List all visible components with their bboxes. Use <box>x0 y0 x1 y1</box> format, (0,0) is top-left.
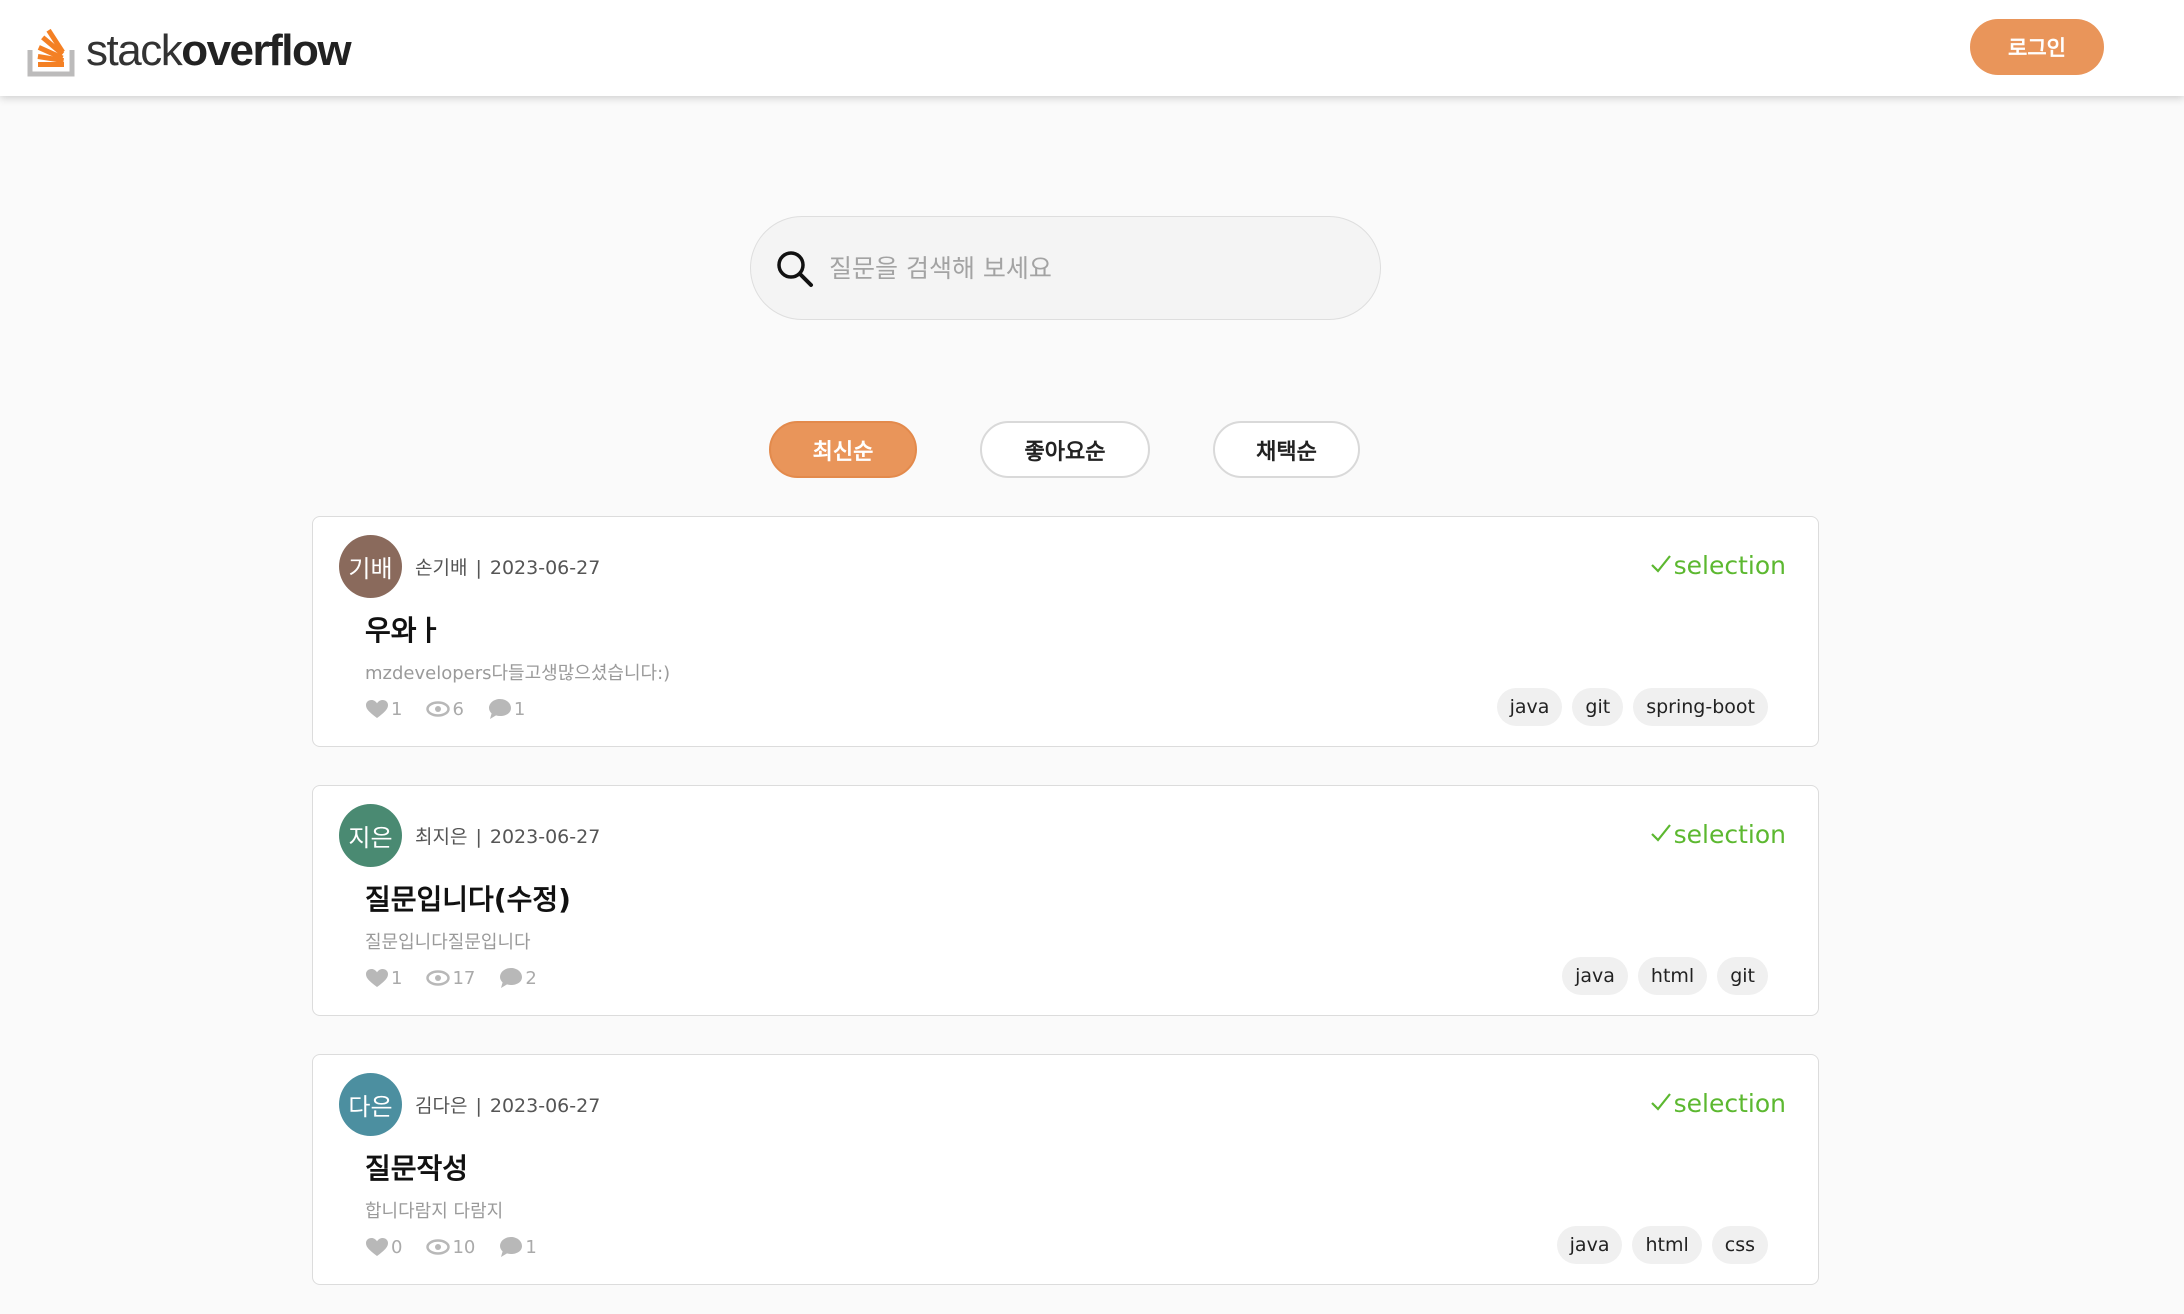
avatar[interactable]: 다은 <box>339 1073 402 1136</box>
stackoverflow-logo[interactable]: stackoverflow <box>26 14 352 80</box>
question-stats: 1 17 2 <box>365 967 561 989</box>
checkmark-icon <box>1650 824 1671 842</box>
speech-bubble-icon <box>488 699 511 719</box>
like-stat: 1 <box>365 968 402 989</box>
sort-tab-likes[interactable]: 좋아요순 <box>980 421 1150 478</box>
selection-status: selection <box>1650 551 1786 580</box>
view-count: 10 <box>452 1236 476 1258</box>
tag[interactable]: git <box>1572 688 1624 726</box>
like-stat: 1 <box>365 699 402 720</box>
comment-stat: 1 <box>499 1236 537 1258</box>
question-meta: 김다은 | 2023-06-27 <box>415 1091 600 1118</box>
view-count: 17 <box>452 967 476 989</box>
question-stats: 0 10 1 <box>365 1236 561 1258</box>
view-stat: 6 <box>426 698 464 720</box>
question-title[interactable]: 우와ㅏ <box>365 609 442 649</box>
checkmark-icon <box>1650 555 1671 573</box>
question-title[interactable]: 질문작성 <box>365 1147 468 1187</box>
selection-label: selection <box>1673 1089 1786 1118</box>
sort-tab-accepted[interactable]: 채택순 <box>1213 421 1360 478</box>
eye-icon <box>426 1239 451 1255</box>
view-count: 6 <box>452 698 464 720</box>
question-meta: 최지은 | 2023-06-27 <box>415 822 600 849</box>
comment-count: 1 <box>525 1236 537 1258</box>
checkmark-icon <box>1650 1093 1671 1111</box>
like-count: 0 <box>391 1236 403 1258</box>
question-date: 2023-06-27 <box>489 826 601 848</box>
question-date: 2023-06-27 <box>489 557 601 579</box>
sort-tab-latest[interactable]: 최신순 <box>769 421 917 478</box>
tag[interactable]: java <box>1556 1226 1623 1264</box>
tag[interactable]: java <box>1496 688 1563 726</box>
question-card[interactable]: 다은 김다은 | 2023-06-27 selection 질문작성 합니다람지 다… <box>312 1054 1819 1285</box>
eye-icon <box>426 970 451 986</box>
author-name[interactable]: 최지은 <box>415 826 467 848</box>
speech-bubble-icon <box>500 968 523 988</box>
like-count: 1 <box>391 967 403 989</box>
logo-text-stack: stack <box>86 26 183 75</box>
selection-status: selection <box>1650 820 1786 849</box>
question-title[interactable]: 질문입니다(수정) <box>365 878 571 918</box>
selection-label: selection <box>1673 551 1786 580</box>
avatar[interactable]: 지은 <box>339 804 402 867</box>
avatar[interactable]: 기배 <box>339 535 402 598</box>
eye-icon <box>426 701 451 717</box>
question-date: 2023-06-27 <box>489 1095 601 1117</box>
search-bar[interactable] <box>750 216 1381 320</box>
like-count: 1 <box>391 698 403 720</box>
view-stat: 17 <box>426 968 475 989</box>
speech-bubble-icon <box>500 1237 523 1257</box>
comment-stat: 1 <box>488 698 525 720</box>
like-stat: 0 <box>365 1237 402 1258</box>
tag-list: java html git <box>1552 957 1768 995</box>
tag[interactable]: java <box>1562 957 1628 995</box>
comment-count: 2 <box>525 967 537 989</box>
question-meta: 손기배 | 2023-06-27 <box>415 553 600 580</box>
selection-label: selection <box>1673 820 1786 849</box>
author-name[interactable]: 김다은 <box>415 1095 467 1117</box>
view-stat: 10 <box>426 1237 475 1258</box>
meta-separator: | <box>475 1095 482 1117</box>
meta-separator: | <box>475 557 482 579</box>
question-card[interactable]: 기배 손기배 | 2023-06-27 selection 우와ㅏ mzdevelo… <box>312 516 1819 747</box>
question-card[interactable]: 지은 최지은 | 2023-06-27 selection 질문입니다(수정) 질문… <box>312 785 1819 1016</box>
stackoverflow-logo-icon <box>27 28 75 77</box>
login-button[interactable]: 로그인 <box>1970 19 2104 75</box>
question-excerpt: 합니다람지 다람지 <box>365 1201 504 1222</box>
tag[interactable]: html <box>1632 1226 1702 1264</box>
author-name[interactable]: 손기배 <box>415 557 467 579</box>
top-header: stackoverflow 로그인 <box>0 0 2184 96</box>
tag[interactable]: spring-boot <box>1633 688 1768 726</box>
meta-separator: | <box>475 826 482 848</box>
comment-stat: 2 <box>499 967 537 989</box>
tag[interactable]: html <box>1637 957 1708 995</box>
tag-list: java html css <box>1547 1226 1768 1264</box>
logo-text-overflow: overflow <box>181 26 351 75</box>
tag-list: java git spring-boot <box>1487 688 1768 726</box>
tag[interactable]: git <box>1717 957 1768 995</box>
question-stats: 1 6 1 <box>365 698 549 720</box>
heart-icon <box>366 969 388 987</box>
question-excerpt: mzdevelopers다들고생많으셨습니다:) <box>365 663 671 684</box>
search-input[interactable] <box>829 239 1349 297</box>
tag[interactable]: css <box>1711 1226 1768 1264</box>
comment-count: 1 <box>513 698 526 720</box>
search-icon <box>777 251 813 287</box>
heart-icon <box>366 1238 388 1256</box>
selection-status: selection <box>1650 1089 1786 1118</box>
heart-icon <box>366 700 388 718</box>
question-excerpt: 질문입니다질문입니다 <box>365 932 531 953</box>
logo-wordmark: stackoverflow <box>86 18 352 84</box>
